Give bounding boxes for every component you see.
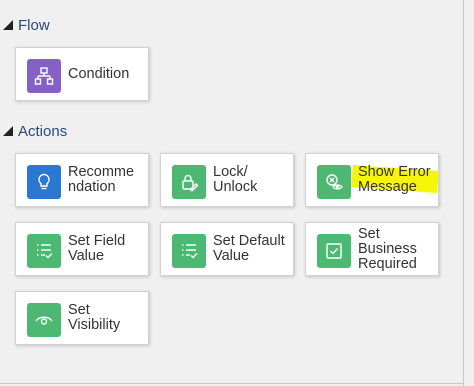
tile-label: Set Business Required [358, 225, 417, 272]
lightbulb-icon [27, 165, 61, 199]
list-check-icon [27, 234, 61, 268]
panel-right-border [463, 0, 464, 386]
tile-set-field-value[interactable]: Set Field Value [15, 222, 149, 276]
tile-condition[interactable]: Condition [15, 47, 149, 101]
collapse-triangle-icon[interactable] [3, 20, 13, 30]
tile-label: Lock/ Unlock [213, 164, 258, 195]
tile-label: Set Field Value [68, 233, 126, 264]
tile-set-default-value[interactable]: Set Default Value [160, 222, 294, 276]
section-header-flow[interactable]: Flow [0, 15, 50, 35]
tile-label: Show Error Message [358, 164, 431, 195]
tile-recommendation[interactable]: Recomme ndation [15, 153, 149, 207]
tile-show-error-message[interactable]: Show Error Message [305, 153, 439, 207]
section-header-actions[interactable]: Actions [0, 121, 67, 141]
tile-lock-unlock[interactable]: Lock/ Unlock [160, 153, 294, 207]
section-title-actions: Actions [18, 122, 68, 140]
tile-set-visibility[interactable]: Set Visibility [15, 291, 149, 345]
tile-set-business-required[interactable]: Set Business Required [305, 222, 439, 276]
condition-flowchart-icon [27, 59, 61, 93]
list-check-icon [172, 234, 206, 268]
tile-label: Condition [68, 65, 130, 82]
show-error-icon [317, 165, 351, 199]
section-title-flow: Flow [18, 16, 50, 34]
eye-icon [27, 303, 61, 337]
tile-label: Recomme ndation [68, 164, 135, 195]
lock-edit-icon [172, 165, 206, 199]
panel-bottom-border [0, 383, 464, 384]
tile-label: Set Visibility [68, 302, 121, 333]
collapse-triangle-icon[interactable] [3, 126, 13, 136]
checkbox-icon [317, 234, 351, 268]
tile-label: Set Default Value [213, 233, 285, 264]
